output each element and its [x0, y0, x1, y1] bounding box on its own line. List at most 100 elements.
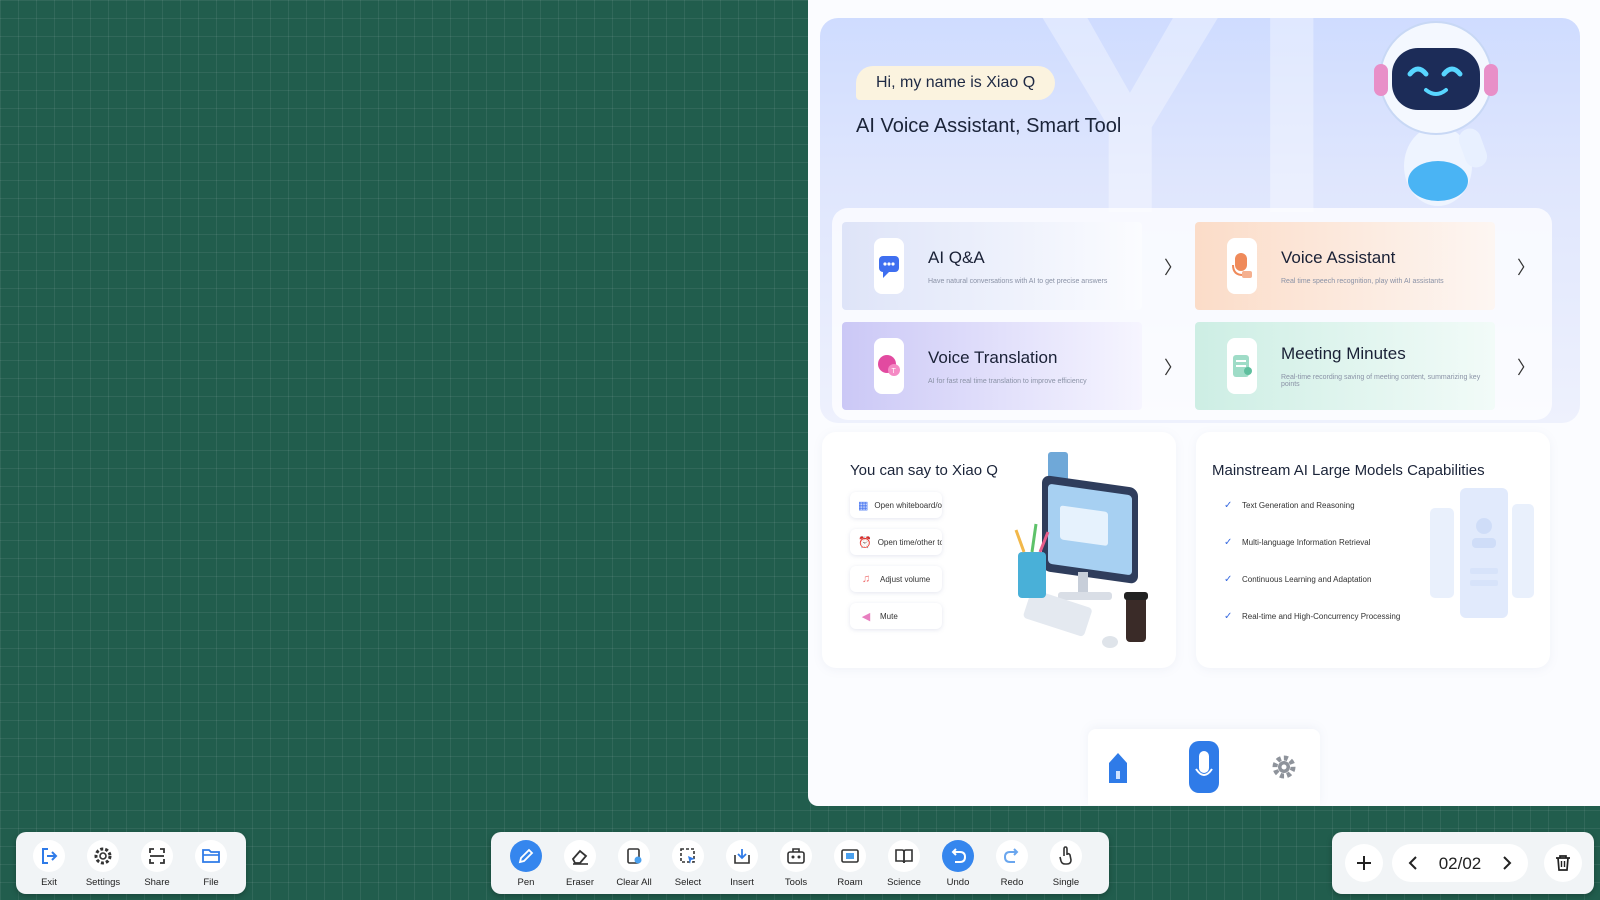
capability-label: Continuous Learning and Adaptation — [1242, 574, 1372, 584]
add-page-button[interactable] — [1345, 844, 1383, 882]
assistant-hero: YI Hi, my name is Xiao Q AI Voice Assist… — [820, 18, 1580, 423]
tool-label: Select — [674, 877, 702, 888]
capability-list: ✓ Text Generation and Reasoning ✓ Multi-la… — [1224, 492, 1400, 640]
check-icon: ✓ — [1224, 499, 1233, 511]
feature-desc: Real time speech recognition, play with … — [1281, 277, 1444, 285]
microphone-icon — [1227, 238, 1257, 294]
capability-label: Multi-language Information Retrieval — [1242, 537, 1371, 547]
eraser-button[interactable]: Eraser — [553, 838, 607, 892]
robot-mascot-icon — [1374, 21, 1498, 206]
insert-button[interactable]: Insert — [715, 838, 769, 892]
share-scan-icon — [141, 840, 173, 872]
capability-label: Text Generation and Reasoning — [1242, 500, 1355, 510]
feature-desc: Real-time recording saving of meeting co… — [1281, 374, 1481, 388]
say-item[interactable]: ♫ Adjust volume — [850, 566, 942, 592]
profile-cards-illustration-icon — [1430, 488, 1534, 618]
minutes-icon — [1227, 338, 1257, 394]
tool-label: Clear All — [616, 877, 652, 888]
tool-label: Eraser — [566, 877, 594, 888]
delete-page-button[interactable] — [1544, 844, 1582, 882]
pen-button[interactable]: Pen — [499, 838, 553, 892]
exit-button[interactable]: Exit — [22, 838, 76, 892]
tool-label: Redo — [1000, 877, 1024, 888]
hand-pointer-icon — [1050, 840, 1082, 872]
say-item[interactable]: ⏰ Open time/other tools — [850, 529, 942, 555]
feature-desc: Have natural conversations with AI to ge… — [928, 277, 1108, 285]
home-button[interactable] — [1098, 739, 1138, 795]
tool-label: Share — [144, 877, 170, 888]
tool-label: Single — [1052, 877, 1080, 888]
say-item[interactable]: ▦ Open whiteboard/other... — [850, 492, 942, 518]
feature-meeting-minutes[interactable]: Meeting Minutes Real-time recording savi… — [1195, 322, 1535, 410]
feature-title: Voice Assistant — [1281, 247, 1396, 267]
toolbar-left: Exit Settings Share File — [16, 832, 246, 894]
eraser-icon — [564, 840, 596, 872]
capability-item: ✓ Multi-language Information Retrieval — [1224, 529, 1400, 555]
chat-bubble-icon — [874, 238, 904, 294]
clear-all-button[interactable]: Clear All — [607, 838, 661, 892]
tool-label: Exit — [41, 877, 57, 888]
chevron-right-icon: 〉 — [1164, 258, 1182, 278]
grid-apps-icon: ▦ — [858, 499, 869, 512]
capability-item: ✓ Text Generation and Reasoning — [1224, 492, 1400, 518]
alarm-clock-icon: ⏰ — [858, 536, 872, 549]
page-navigator: 02/02 — [1392, 844, 1528, 882]
check-icon: ✓ — [1224, 536, 1233, 548]
capability-item: ✓ Continuous Learning and Adaptation — [1224, 566, 1400, 592]
settings-button[interactable] — [1264, 739, 1304, 795]
voice-mic-button[interactable] — [1184, 739, 1224, 795]
settings-gear-icon — [1272, 755, 1296, 779]
tool-label: Science — [887, 877, 921, 888]
say-item[interactable]: ◀ Mute — [850, 603, 942, 629]
tool-label: Undo — [946, 877, 970, 888]
say-item-label: Open whiteboard/other... — [874, 500, 942, 510]
say-list: ▦ Open whiteboard/other... ⏰ Open time/o… — [850, 492, 942, 640]
say-to-xiaoq-card: You can say to Xiao Q ▦ Open whiteboard/… — [822, 432, 1176, 668]
tool-label: Settings — [85, 877, 121, 888]
roam-button[interactable]: Roam — [823, 838, 877, 892]
feature-desc: AI for fast real time translation to imp… — [928, 377, 1087, 385]
music-note-icon: ♫ — [861, 573, 871, 585]
folder-icon — [195, 840, 227, 872]
chevron-right-icon: 〉 — [1517, 358, 1535, 378]
models-capabilities-card: Mainstream AI Large Models Capabilities … — [1196, 432, 1550, 668]
say-item-label: Mute — [880, 611, 898, 621]
next-page-button[interactable] — [1488, 844, 1526, 882]
redo-button[interactable]: Redo — [985, 838, 1039, 892]
science-button[interactable]: Science — [877, 838, 931, 892]
feature-voice-translation[interactable]: T Voice Translation AI for fast real tim… — [842, 322, 1182, 410]
chevron-right-icon — [1503, 856, 1512, 870]
tool-label: File — [203, 877, 219, 888]
single-button[interactable]: Single — [1039, 838, 1093, 892]
undo-button[interactable]: Undo — [931, 838, 985, 892]
roam-icon — [834, 840, 866, 872]
capability-label: Real-time and High-Concurrency Processin… — [1242, 611, 1401, 621]
feature-title: Meeting Minutes — [1281, 344, 1406, 363]
book-icon — [888, 840, 920, 872]
capability-item: ✓ Real-time and High-Concurrency Processi… — [1224, 603, 1400, 629]
select-icon — [672, 840, 704, 872]
plus-icon — [1357, 856, 1371, 870]
check-icon: ✓ — [1224, 610, 1233, 622]
settings-button[interactable]: Settings — [76, 838, 130, 892]
home-icon — [1109, 753, 1127, 783]
toolbar-main: Pen Eraser Clear All Select Insert Tools… — [491, 832, 1109, 894]
chevron-right-icon: 〉 — [1517, 258, 1535, 278]
select-button[interactable]: Select — [661, 838, 715, 892]
tools-button[interactable]: Tools — [769, 838, 823, 892]
say-card-title: You can say to Xiao Q — [850, 462, 998, 479]
share-button[interactable]: Share — [130, 838, 184, 892]
trash-icon — [1556, 855, 1570, 871]
speaker-mute-icon: ◀ — [861, 610, 871, 623]
file-button[interactable]: File — [184, 838, 238, 892]
feature-title: Voice Translation — [928, 347, 1058, 367]
feature-voice-assistant[interactable]: Voice Assistant Real time speech recogni… — [1195, 222, 1535, 310]
toolbar-pager: 02/02 — [1332, 832, 1594, 894]
feature-card-area: AI Q&A Have natural conversations with A… — [832, 208, 1552, 420]
say-item-label: Open time/other tools — [877, 537, 942, 547]
check-icon: ✓ — [1224, 573, 1233, 585]
insert-icon — [726, 840, 758, 872]
undo-icon — [942, 840, 974, 872]
feature-ai-qa[interactable]: AI Q&A Have natural conversations with A… — [842, 222, 1182, 310]
computer-illustration-icon — [1014, 452, 1148, 648]
